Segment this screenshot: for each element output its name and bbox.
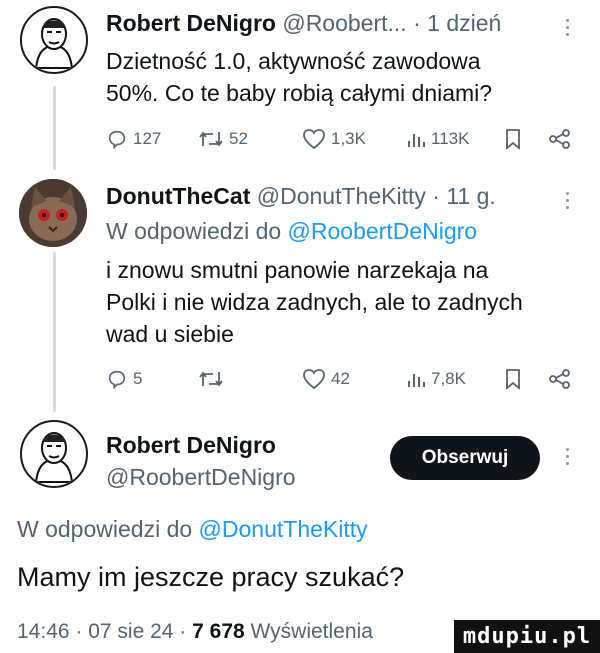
views-button[interactable]: 7,8K <box>406 368 466 390</box>
tweet-header: Robert DeNigro @Roobert... · 1 dzień <box>106 10 501 37</box>
reply-context: W odpowiedzi do @RoobertDeNigro <box>106 218 477 245</box>
bookmark-button[interactable] <box>504 368 522 390</box>
views-count: 7 678 <box>192 620 245 643</box>
views-icon <box>408 374 425 387</box>
bookmark-button[interactable] <box>504 128 522 150</box>
views-count: 7,8K <box>431 369 466 388</box>
text-line: wad u siebie <box>106 321 234 347</box>
reply-to-link[interactable]: @DonutTheKitty <box>199 516 368 542</box>
more-icon[interactable] <box>566 188 572 213</box>
reply-context: W odpowiedzi do @DonutTheKitty <box>17 516 368 543</box>
thread-line <box>53 252 56 412</box>
avatar[interactable] <box>20 6 88 74</box>
separator: · <box>432 183 440 209</box>
action-bar: 127 52 1,3K 113K <box>106 128 576 156</box>
tweet-header: DonutTheCat @DonutTheKitty · 11 g. <box>106 183 496 210</box>
like-icon <box>303 129 325 150</box>
tweet-text: Dzietność 1.0, aktywność zawodowa 50%. C… <box>106 45 492 109</box>
avatar[interactable] <box>20 420 88 488</box>
reply-prefix: W odpowiedzi do <box>17 516 193 542</box>
reply-icon <box>108 370 126 390</box>
timestamp[interactable]: 11 g. <box>446 183 495 209</box>
author-name[interactable]: DonutTheCat <box>106 183 250 209</box>
reply-count: 5 <box>133 369 143 388</box>
action-bar: 5 42 7,8K <box>106 368 576 396</box>
separator: · <box>413 10 421 36</box>
reply-button[interactable]: 5 <box>106 368 142 390</box>
avatar[interactable] <box>19 179 87 247</box>
share-button[interactable] <box>548 368 572 390</box>
like-icon <box>303 369 325 390</box>
views-button[interactable]: 113K <box>406 128 469 150</box>
bookmark-icon <box>506 369 520 390</box>
like-count: 42 <box>331 369 350 388</box>
reply-button[interactable]: 127 <box>106 128 161 150</box>
share-button[interactable] <box>548 128 572 150</box>
more-icon[interactable] <box>566 444 572 469</box>
repost-button[interactable] <box>198 368 224 390</box>
timestamp[interactable]: 1 dzień <box>427 10 501 36</box>
watermark: mdupiu.pl <box>454 620 600 653</box>
text-line: Polki i nie widza zadnych, ale to zadnyc… <box>106 289 523 315</box>
author-handle[interactable]: @Roobert... <box>282 10 406 36</box>
like-button[interactable]: 1,3K <box>302 128 366 150</box>
author-name[interactable]: Robert DeNigro <box>106 10 276 36</box>
repost-icon <box>199 371 223 387</box>
reply-icon <box>108 130 126 150</box>
text-line: i znowu smutni panowie narzekaja na <box>106 257 489 283</box>
share-icon <box>549 129 570 149</box>
author-name-text: Robert DeNigro <box>106 432 276 458</box>
text-line: 50%. Co te baby robią całymi dniami? <box>106 80 493 106</box>
follow-button[interactable]: Obserwuj <box>390 436 540 480</box>
tweet-text: i znowu smutni panowie narzekaja na Polk… <box>106 254 523 350</box>
thread-line <box>53 86 56 170</box>
reply-prefix: W odpowiedzi do <box>106 218 282 244</box>
author-name[interactable]: Robert DeNigro <box>106 432 276 459</box>
share-icon <box>549 369 570 389</box>
repost-button[interactable]: 52 <box>198 128 248 150</box>
more-icon[interactable] <box>566 15 572 40</box>
reply-to-link[interactable]: @RoobertDeNigro <box>288 218 478 244</box>
views-label: Wyświetlenia <box>250 620 373 643</box>
tweet-meta: 14:46 · 07 sie 24 · 7 678 Wyświetlenia <box>17 620 373 644</box>
repost-count: 52 <box>229 129 248 148</box>
tweet-text: Mamy im jeszcze pracy szukać? <box>17 562 405 592</box>
timestamp[interactable]: 14:46 · 07 sie 24 · <box>17 620 186 643</box>
author-handle[interactable]: @DonutTheKitty <box>257 183 426 209</box>
views-icon <box>408 134 425 147</box>
author-handle[interactable]: @RoobertDeNigro <box>106 464 296 491</box>
bookmark-icon <box>506 129 520 150</box>
like-button[interactable]: 42 <box>302 368 350 390</box>
repost-icon <box>199 131 223 147</box>
text-line: Dzietność 1.0, aktywność zawodowa <box>106 48 481 74</box>
views-count: 113K <box>431 129 470 148</box>
reply-count: 127 <box>133 129 162 148</box>
like-count: 1,3K <box>331 129 366 148</box>
